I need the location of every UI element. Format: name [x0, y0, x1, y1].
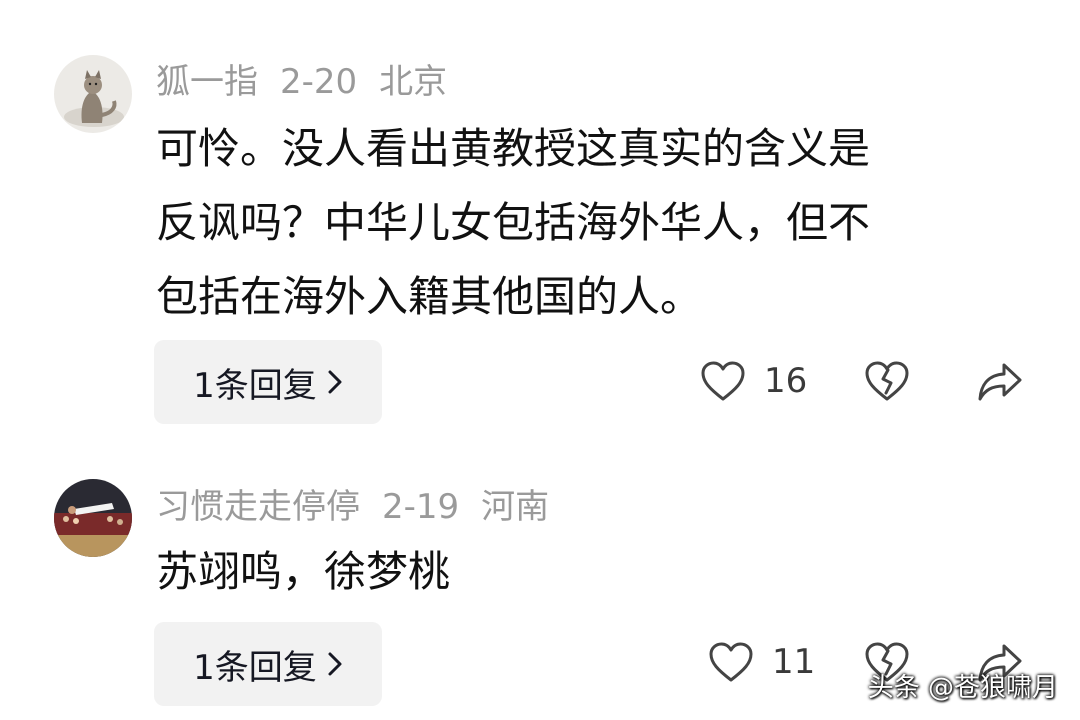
comment-location: 河南 — [481, 487, 550, 527]
chevron-right-icon — [327, 651, 343, 677]
cat-avatar-icon — [54, 55, 132, 133]
user-avatar[interactable] — [54, 479, 132, 557]
like-count: 16 — [764, 361, 808, 401]
comment-meta: 习惯走走停停 2-19 河南 — [156, 485, 571, 529]
comment-location: 北京 — [379, 62, 448, 102]
heart-outline-icon — [709, 642, 753, 682]
view-replies-button[interactable]: 1条回复 — [154, 340, 382, 424]
basketball-avatar-icon — [54, 479, 132, 557]
dislike-button[interactable] — [864, 360, 910, 402]
like-button[interactable]: 16 — [700, 360, 807, 402]
comment-text: 苏翊鸣，徐梦桃 — [156, 535, 1006, 609]
comment-date: 2-19 — [382, 487, 460, 527]
heart-outline-icon — [701, 361, 745, 401]
comment-date: 2-20 — [280, 62, 358, 102]
comment-meta: 狐一指 2-20 北京 — [156, 60, 469, 104]
chevron-right-icon — [327, 369, 343, 395]
share-button[interactable] — [976, 360, 1024, 404]
comment-text-line: 包括在海外入籍其他国的人。 — [156, 272, 703, 321]
broken-heart-icon — [865, 361, 909, 401]
comment-text: 可怜。没人看出黄教授这真实的含义是 反讽吗？中华儿女包括海外华人，但不 包括在海… — [156, 112, 1006, 334]
view-replies-button[interactable]: 1条回复 — [154, 622, 382, 706]
reply-label: 1条回复 — [193, 647, 317, 688]
like-count: 11 — [772, 642, 816, 682]
comment-text-line: 苏翊鸣，徐梦桃 — [156, 547, 451, 596]
comment-text-line: 反讽吗？中华儿女包括海外华人，但不 — [156, 198, 871, 247]
user-avatar[interactable] — [54, 55, 132, 133]
reply-label: 1条回复 — [193, 365, 317, 406]
share-arrow-icon — [978, 363, 1022, 401]
like-button[interactable]: 11 — [708, 641, 815, 683]
username[interactable]: 狐一指 — [156, 62, 258, 102]
watermark: 头条 @苍狼啸月 — [867, 673, 1058, 703]
username[interactable]: 习惯走走停停 — [156, 487, 360, 527]
comment-text-line: 可怜。没人看出黄教授这真实的含义是 — [156, 124, 871, 173]
